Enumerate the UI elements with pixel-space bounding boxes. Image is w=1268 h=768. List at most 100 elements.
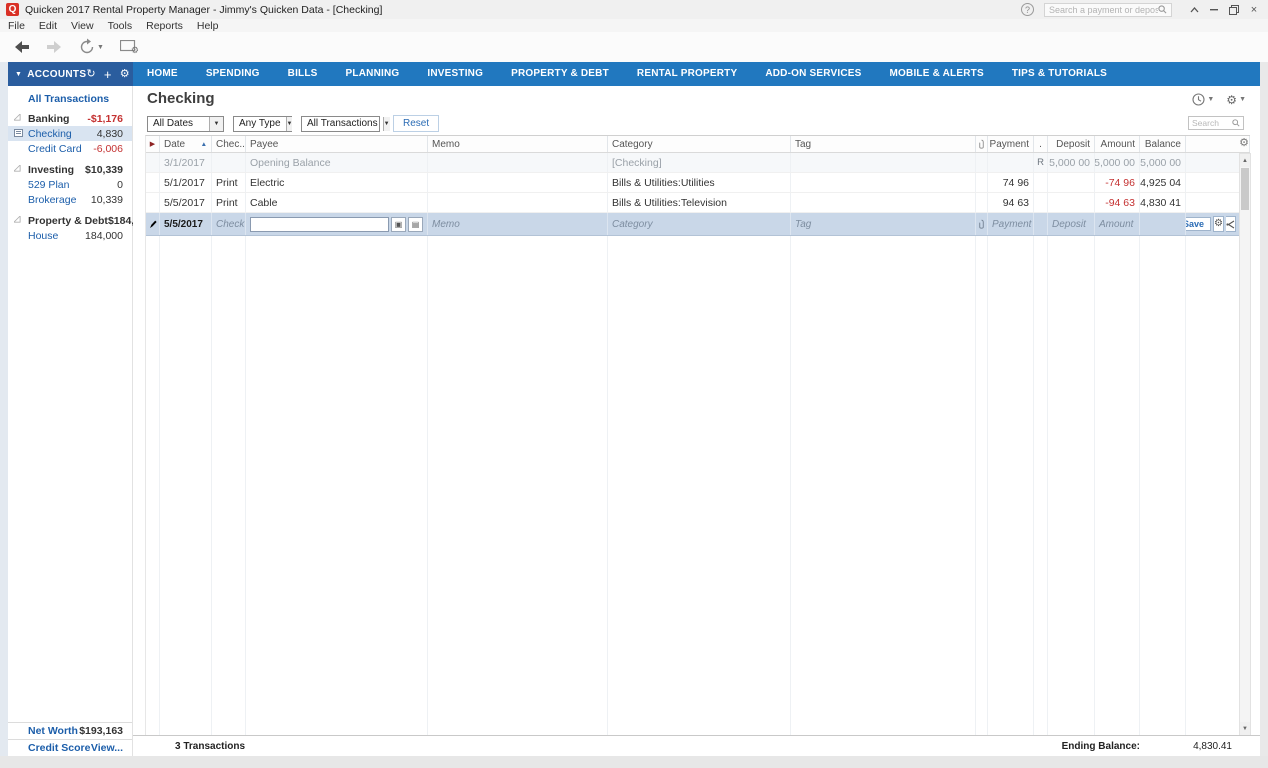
cell-tag [791,193,976,212]
scrollbar-thumb[interactable] [1241,168,1249,210]
one-step-update-button[interactable]: ▼ [78,38,104,56]
menu-file[interactable]: File [8,20,25,32]
sidebar-item-checking[interactable]: Checking 4,830 [8,126,132,141]
table-row[interactable]: 5/5/2017 Print Cable Bills & Utilities:T… [146,193,1250,213]
register-search-box[interactable] [1188,116,1244,130]
credit-score-view-link[interactable]: View... [91,742,123,754]
menu-tools[interactable]: Tools [108,20,133,32]
back-button[interactable] [14,41,30,53]
edit-tag-field[interactable]: Tag [795,219,811,230]
edit-memo-field[interactable]: Memo [432,219,460,230]
payee-input[interactable] [250,217,389,232]
scroll-down-icon[interactable]: ▼ [1240,722,1250,735]
edit-category-field[interactable]: Category [612,219,653,230]
accounts-refresh-icon[interactable]: ↻ [86,69,96,80]
accounts-gear-icon[interactable]: ⚙ [120,69,130,80]
collapse-triangle-icon[interactable] [14,216,21,223]
sidebar-item-credit-card[interactable]: Credit Card -6,006 [8,141,132,156]
type-filter-select[interactable]: Any Type ▼ [233,116,292,132]
credit-score-row[interactable]: Credit Score View... [8,739,132,756]
flag-column-icon[interactable]: ▶ [150,140,155,148]
new-transaction-edit-row[interactable]: 5/5/2017 Check # ▣ ▤ Memo Category Tag P… [146,213,1250,236]
nav-tab-planning[interactable]: PLANNING [332,62,414,86]
chevron-down-icon[interactable]: ▼ [15,71,22,78]
nav-tab-spending[interactable]: SPENDING [192,62,274,86]
sidebar-group-banking[interactable]: Banking -$1,176 [8,111,132,126]
register-history-button[interactable]: ▼ [1192,93,1214,106]
column-header-deposit[interactable]: Deposit [1048,136,1095,152]
close-button[interactable]: × [1244,2,1264,17]
nav-tab-investing[interactable]: INVESTING [413,62,497,86]
update-settings-button[interactable]: ⚙ [120,40,137,54]
split-transaction-button[interactable] [1226,216,1236,232]
column-header-payment[interactable]: Payment [988,136,1034,152]
sidebar-item-brokerage[interactable]: Brokerage 10,339 [8,192,132,207]
edit-attachment-button[interactable] [976,213,988,235]
register-search-input[interactable] [1192,118,1232,128]
sidebar-group-property-debt[interactable]: Property & Debt $184,000 [8,213,132,228]
restore-button[interactable] [1224,2,1244,17]
column-header-memo[interactable]: Memo [428,136,608,152]
cell-check: Print [212,193,246,212]
forward-button[interactable] [46,41,62,53]
collapse-triangle-icon[interactable] [14,165,21,172]
nav-tab-rental-property[interactable]: RENTAL PROPERTY [623,62,751,86]
column-header-check[interactable]: Chec... [212,136,246,152]
menu-view[interactable]: View [71,20,94,32]
column-header-attachment[interactable] [976,136,988,152]
toolbar: ▼ ⚙ [0,32,1268,62]
table-row[interactable]: 5/1/2017 Print Electric Bills & Utilitie… [146,173,1250,193]
menu-edit[interactable]: Edit [39,20,57,32]
update-dropdown-caret-icon[interactable]: ▼ [97,44,104,51]
menu-help[interactable]: Help [197,20,219,32]
nav-tab-bills[interactable]: BILLS [274,62,332,86]
edit-payment-field[interactable]: Payment [992,219,1031,230]
register-columns-gear-icon[interactable]: ⚙ [1239,138,1249,149]
date-filter-select[interactable]: All Dates ▼ [147,116,224,132]
global-search-input[interactable] [1049,5,1158,15]
sidebar-item-all-transactions[interactable]: All Transactions [8,86,132,111]
cell-tag [791,153,976,172]
sidebar-item-house[interactable]: House 184,000 [8,228,132,243]
vertical-scrollbar[interactable]: ▲ ▼ [1239,153,1251,736]
menu-reports[interactable]: Reports [146,20,183,32]
status-filter-select[interactable]: All Transactions ▼ [301,116,380,132]
minimize-button[interactable] [1204,2,1224,17]
save-button[interactable]: Save [1186,217,1211,231]
help-icon[interactable]: ? [1021,3,1034,16]
nav-tab-mobile-alerts[interactable]: MOBILE & ALERTS [876,62,998,86]
cell-category: Bills & Utilities:Utilities [608,173,791,192]
add-account-icon[interactable]: + [104,68,112,81]
column-header-balance[interactable]: Balance [1140,136,1186,152]
column-header-clr[interactable]: . [1034,136,1048,152]
column-header-payee[interactable]: Payee [246,136,428,152]
edit-deposit-field[interactable]: Deposit [1052,219,1086,230]
sidebar-group-investing[interactable]: Investing $10,339 [8,162,132,177]
collapse-chevron-icon[interactable] [1184,2,1204,17]
collapse-triangle-icon[interactable] [14,114,21,121]
payee-report-button[interactable]: ▤ [408,217,423,232]
nav-tab-tips-tutorials[interactable]: TIPS & TUTORIALS [998,62,1121,86]
global-search-box[interactable] [1044,3,1172,17]
edit-check-field[interactable]: Check # [216,219,246,230]
nav-tab-property-debt[interactable]: PROPERTY & DEBT [497,62,623,86]
sidebar-item-529-plan[interactable]: 529 Plan 0 [8,177,132,192]
column-header-category[interactable]: Category [608,136,791,152]
table-row[interactable]: 3/1/2017 Opening Balance [Checking] R 5,… [146,153,1250,173]
column-header-tag[interactable]: Tag [791,136,976,152]
edit-date-field[interactable]: 5/5/2017 [160,213,212,235]
register-actions-button[interactable]: ⚙ ▼ [1226,94,1246,106]
transaction-register: ▶ Date▲ Chec... Payee Memo Category Tag … [145,135,1250,735]
scroll-up-icon[interactable]: ▲ [1240,154,1250,167]
register-icon [14,129,23,137]
reset-button[interactable]: Reset [393,115,439,132]
edit-settings-button[interactable]: ⚙ [1213,216,1224,232]
net-worth-row[interactable]: Net Worth $193,163 [8,722,132,739]
edit-amount-field[interactable]: Amount [1099,219,1133,230]
payee-address-button[interactable]: ▣ [391,217,406,232]
cell-balance: 4,830 41 [1140,193,1186,212]
column-header-date[interactable]: Date▲ [160,136,212,152]
column-header-amount[interactable]: Amount [1095,136,1140,152]
nav-tab-addon-services[interactable]: ADD-ON SERVICES [751,62,875,86]
nav-tab-home[interactable]: HOME [133,62,192,86]
